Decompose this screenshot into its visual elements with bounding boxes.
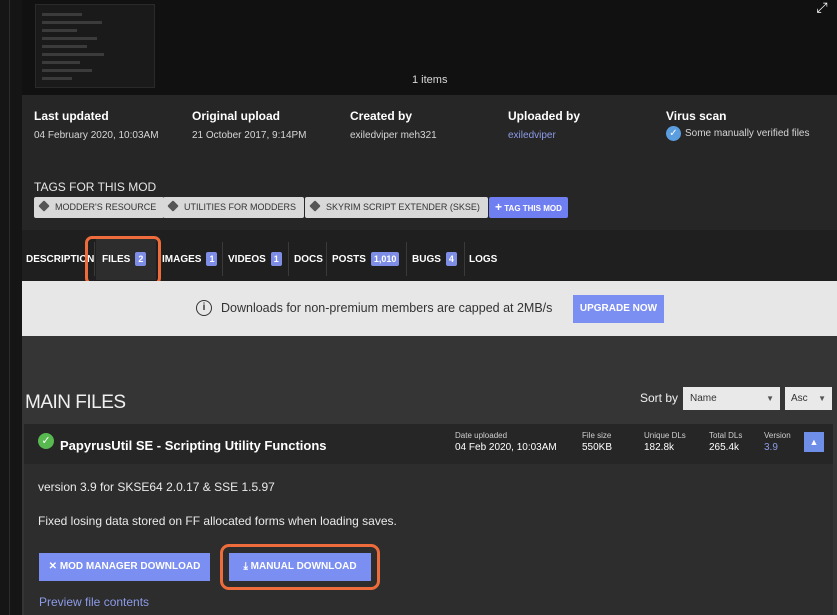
bugs-count-badge: 4 bbox=[445, 252, 457, 267]
mod-manager-download-button[interactable]: ✕ MOD MANAGER DOWNLOAD bbox=[39, 553, 210, 581]
tag-skse[interactable]: SKYRIM SCRIPT EXTENDER (SKSE) bbox=[305, 197, 488, 218]
posts-count-badge: 1,010 bbox=[370, 252, 400, 267]
uploaded-by: Uploaded by exiledviper bbox=[508, 109, 580, 141]
date-uploaded-label: Date uploaded bbox=[455, 431, 508, 440]
uploaded-by-label: Uploaded by bbox=[508, 109, 581, 123]
file-size: File size 550KB bbox=[582, 431, 612, 453]
upgrade-now-button[interactable]: UPGRADE NOW bbox=[573, 295, 664, 323]
virus-scan-label: Virus scan bbox=[666, 109, 727, 123]
tag-icon bbox=[309, 200, 321, 212]
videos-count-badge: 1 bbox=[270, 252, 282, 267]
tag-utilities-for-modders[interactable]: UTILITIES FOR MODDERS bbox=[163, 197, 305, 218]
version: Version 3.9 bbox=[764, 431, 791, 453]
tab-bugs[interactable]: BUGS 4 bbox=[412, 238, 457, 280]
tag-this-mod-button[interactable]: + TAG THIS MOD bbox=[489, 197, 568, 218]
virus-scan-value: Some manually verified files bbox=[685, 128, 810, 140]
gallery-items-count: 1 items bbox=[412, 74, 448, 86]
unique-dls-value: 182.8k bbox=[644, 442, 675, 453]
unique-dls-label: Unique DLs bbox=[644, 431, 686, 440]
file-header[interactable]: ✓ PapyrusUtil SE - Scripting Utility Fun… bbox=[24, 424, 833, 464]
date-uploaded-value: 04 Feb 2020, 10:03AM bbox=[455, 442, 557, 453]
notice-text: Downloads for non-premium members are ca… bbox=[221, 301, 553, 315]
file-version-text: version 3.9 for SKSE64 2.0.17 & SSE 1.5.… bbox=[38, 480, 275, 494]
original-upload-value: 21 October 2017, 9:14PM bbox=[192, 130, 307, 141]
sort-label: Sort by bbox=[640, 391, 679, 405]
tab-posts[interactable]: POSTS 1,010 bbox=[332, 238, 400, 280]
tag-label: UTILITIES FOR MODDERS bbox=[184, 202, 297, 212]
last-updated: Last updated 04 February 2020, 10:03AM bbox=[34, 109, 159, 141]
created-by: Created by exiledviper meh321 bbox=[350, 109, 437, 141]
collapse-button[interactable]: ▲ bbox=[804, 432, 824, 452]
total-dls-label: Total DLs bbox=[709, 431, 743, 440]
images-count-badge: 1 bbox=[206, 252, 218, 267]
last-updated-value: 04 February 2020, 10:03AM bbox=[34, 130, 159, 141]
file-description: Fixed losing data stored on FF allocated… bbox=[38, 514, 397, 528]
verified-check-icon: ✓ bbox=[666, 126, 681, 141]
virus-scan-status: ✓ Some manually verified files bbox=[666, 126, 810, 141]
tab-logs[interactable]: LOGS bbox=[469, 238, 497, 280]
virus-scan: Virus scan ✓ Some manually verified files bbox=[666, 109, 810, 141]
version-value: 3.9 bbox=[764, 442, 778, 453]
tag-icon bbox=[167, 200, 179, 212]
sort-field-select[interactable]: Name ▼ bbox=[683, 387, 780, 410]
last-updated-label: Last updated bbox=[34, 109, 109, 123]
tags-title: TAGS FOR THIS MOD bbox=[34, 180, 157, 194]
left-edge bbox=[0, 0, 22, 615]
created-by-label: Created by bbox=[350, 109, 413, 123]
preview-file-contents-link[interactable]: Preview file contents bbox=[39, 595, 149, 609]
chevron-down-icon: ▼ bbox=[766, 394, 774, 403]
tab-videos[interactable]: VIDEOS 1 bbox=[228, 238, 282, 280]
mod-manager-label: MOD MANAGER DOWNLOAD bbox=[59, 561, 201, 572]
unique-dls: Unique DLs 182.8k bbox=[644, 431, 686, 453]
file-size-value: 550KB bbox=[582, 442, 613, 453]
mod-page: 1 items ⤢ Last updated 04 February 2020,… bbox=[22, 0, 837, 615]
plus-icon: + bbox=[495, 200, 503, 214]
uploader-link[interactable]: exiledviper bbox=[508, 130, 580, 141]
wrench-icon: ✕ bbox=[48, 561, 58, 572]
tag-modders-resource[interactable]: MODDER'S RESOURCE bbox=[34, 197, 165, 218]
date-uploaded: Date uploaded 04 Feb 2020, 10:03AM bbox=[455, 431, 557, 453]
file-details: version 3.9 for SKSE64 2.0.17 & SSE 1.5.… bbox=[24, 464, 833, 615]
gallery-thumbnail[interactable] bbox=[35, 4, 155, 88]
tag-label: MODDER'S RESOURCE bbox=[55, 202, 157, 212]
file-title: PapyrusUtil SE - Scripting Utility Funct… bbox=[60, 438, 327, 453]
expand-icon[interactable]: ⤢ bbox=[812, 0, 832, 14]
tags-section: TAGS FOR THIS MOD MODDER'S RESOURCE UTIL… bbox=[22, 170, 837, 230]
check-icon: ✓ bbox=[38, 433, 54, 449]
total-dls-value: 265.4k bbox=[709, 442, 740, 453]
download-speed-notice: i Downloads for non-premium members are … bbox=[22, 281, 837, 336]
created-by-value: exiledviper meh321 bbox=[350, 130, 437, 141]
tag-this-mod-label: TAG THIS MOD bbox=[504, 204, 562, 213]
manual-download-highlight bbox=[220, 544, 380, 590]
chevron-up-icon: ▲ bbox=[809, 437, 819, 447]
original-upload: Original upload 21 October 2017, 9:14PM bbox=[192, 109, 307, 141]
total-dls: Total DLs 265.4k bbox=[709, 431, 742, 453]
chevron-down-icon: ▼ bbox=[818, 394, 826, 403]
tag-icon bbox=[38, 200, 50, 212]
tag-label: SKYRIM SCRIPT EXTENDER (SKSE) bbox=[326, 202, 480, 212]
file-size-label: File size bbox=[582, 431, 612, 440]
tab-docs[interactable]: DOCS bbox=[294, 238, 323, 280]
info-icon: i bbox=[196, 300, 212, 316]
tab-images[interactable]: IMAGES 1 bbox=[162, 238, 218, 280]
files-section: MAIN FILES Sort by Name ▼ Asc ▼ ✓ PapyrusU… bbox=[22, 336, 837, 615]
image-gallery: 1 items ⤢ bbox=[22, 0, 837, 95]
files-tab-highlight bbox=[85, 236, 161, 285]
version-label: Version bbox=[764, 431, 791, 440]
main-files-title: MAIN FILES bbox=[25, 392, 126, 413]
original-upload-label: Original upload bbox=[192, 109, 281, 123]
sort-order-select[interactable]: Asc ▼ bbox=[785, 387, 832, 410]
